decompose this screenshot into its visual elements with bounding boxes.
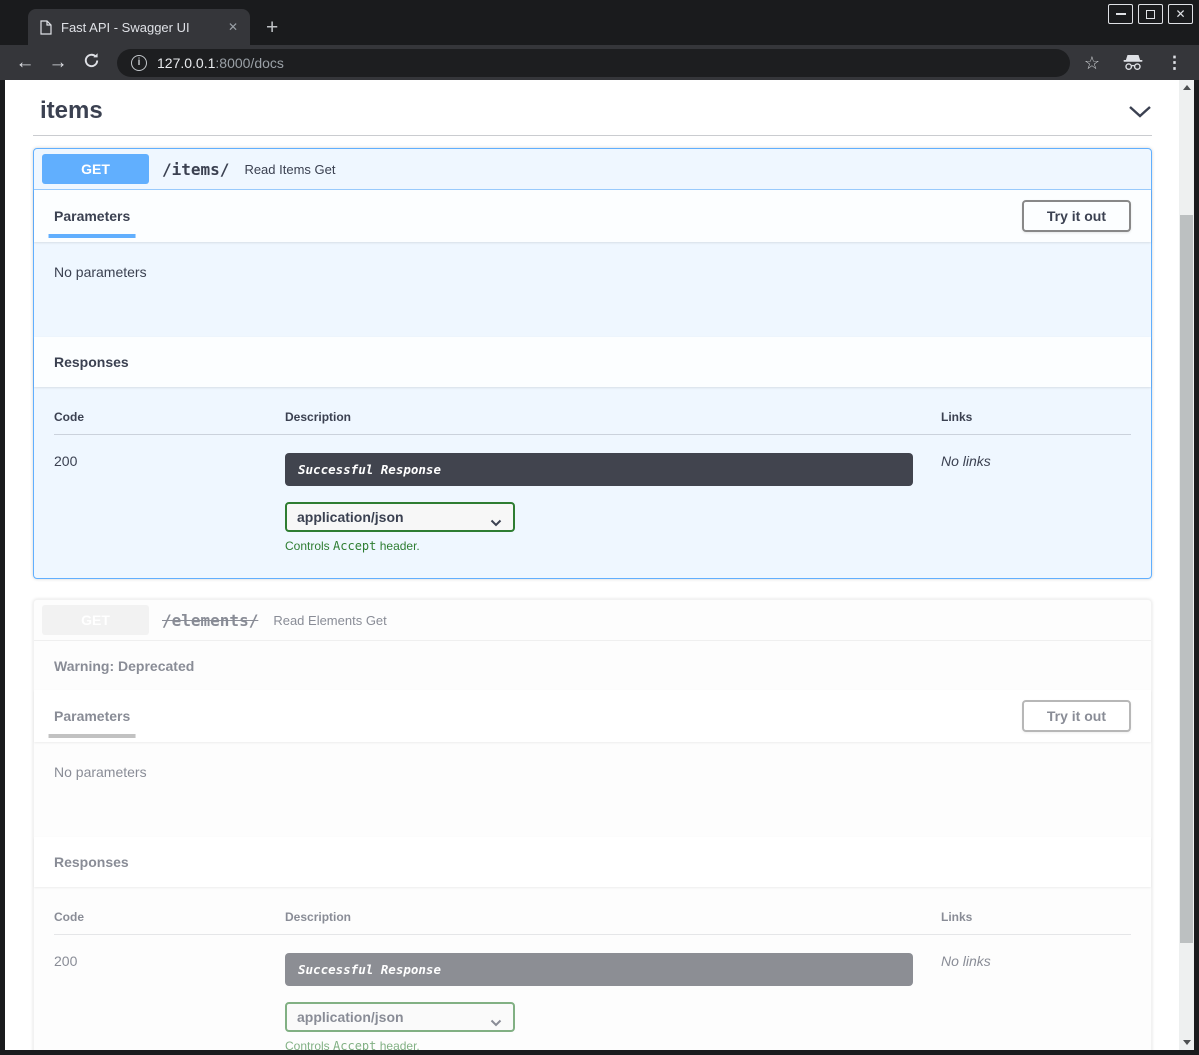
accept-note-tail: header. [376,539,419,553]
col-header-links: Links [941,410,1131,424]
minimize-button[interactable] [1108,4,1133,24]
try-it-out-button[interactable]: Try it out [1022,200,1131,232]
address-bar[interactable]: i 127.0.0.1:8000/docs [117,49,1070,77]
parameters-body: No parameters [34,742,1151,837]
responses-table-header: Code Description Links [54,907,1131,935]
media-type-select[interactable]: application/json [285,1002,515,1032]
scroll-down-icon[interactable] [1183,1040,1191,1045]
close-button[interactable]: ✕ [1168,4,1193,24]
deprecated-warning: Warning: Deprecated [34,641,1151,690]
tab-close-icon[interactable]: ✕ [224,18,242,36]
opblock-get-elements-deprecated: GET /elements/ Read Elements Get Warning… [33,599,1152,1050]
response-code: 200 [54,453,285,553]
accept-note-text: Controls [285,539,333,553]
close-icon: ✕ [1175,8,1185,20]
accept-note-text: Controls [285,1039,333,1050]
responses-header: Responses [34,837,1151,887]
parameters-body: No parameters [34,242,1151,337]
url-text[interactable]: 127.0.0.1:8000/docs [157,55,284,71]
accept-note-tail: header. [376,1039,419,1050]
site-info-icon[interactable]: i [131,55,147,71]
col-header-description: Description [285,410,941,424]
maximize-button[interactable] [1138,4,1163,24]
response-row: 200 Successful Response application/json [54,435,1131,553]
responses-header: Responses [34,337,1151,387]
tag-title: items [40,97,103,125]
no-parameters-text: No parameters [54,764,147,780]
new-tab-button[interactable]: + [266,17,278,38]
reload-button[interactable] [78,52,104,73]
response-description: Successful Response [285,453,913,486]
responses-table: Code Description Links 200 Successful Re… [34,887,1151,1050]
url-path: :8000/docs [215,55,284,71]
opblock-get-items: GET /items/ Read Items Get Parameters Tr… [33,148,1152,579]
accept-note-code: Accept [333,1039,376,1050]
forward-button[interactable]: → [45,53,71,72]
scrollbar-thumb[interactable] [1180,215,1193,943]
parameters-header: Parameters Try it out [34,190,1151,242]
endpoint-path[interactable]: /items/ [162,160,229,179]
opblock-summary[interactable]: GET /elements/ Read Elements Get [34,600,1151,641]
browser-toolbar: ← → i 127.0.0.1:8000/docs ☆ ⋮ [0,45,1199,80]
maximize-icon [1146,10,1155,19]
try-it-out-button[interactable]: Try it out [1022,700,1131,732]
tag-section-header[interactable]: items [33,89,1152,131]
page-icon [40,20,52,35]
page-scrollbar[interactable] [1179,80,1194,1050]
responses-table-header: Code Description Links [54,407,1131,435]
media-type-select[interactable]: application/json [285,502,515,532]
page-content: items GET /items/ Read Items Get Paramet… [5,80,1194,1050]
browser-tab[interactable]: Fast API - Swagger UI ✕ [28,9,250,45]
responses-title: Responses [54,354,129,370]
tab-title: Fast API - Swagger UI [61,20,215,35]
response-description: Successful Response [285,953,913,986]
browser-menu-icon[interactable]: ⋮ [1166,54,1183,71]
scroll-up-icon[interactable] [1183,85,1191,90]
accept-note-code: Accept [333,539,376,553]
browser-tab-strip: Fast API - Swagger UI ✕ + ✕ [0,0,1199,45]
col-header-links: Links [941,910,1131,924]
media-type-value: application/json [297,509,404,525]
method-badge: GET [42,154,149,184]
responses-table: Code Description Links 200 Successful Re… [34,387,1151,578]
bookmark-star-icon[interactable]: ☆ [1084,54,1100,72]
media-type-value: application/json [297,1009,404,1025]
response-links: No links [941,453,1131,553]
tab-parameters[interactable]: Parameters [54,208,130,224]
no-parameters-text: No parameters [54,264,147,280]
response-row: 200 Successful Response application/json [54,935,1131,1050]
back-button[interactable]: ← [12,53,38,72]
accept-header-note: Controls Accept header. [285,539,913,553]
response-code: 200 [54,953,285,1050]
toolbar-right-icons: ☆ ⋮ [1084,54,1183,72]
endpoint-summary: Read Elements Get [273,613,386,628]
opblock-summary[interactable]: GET /items/ Read Items Get [34,149,1151,190]
responses-title: Responses [54,854,129,870]
select-chevron-icon [490,1014,502,1030]
select-chevron-icon [490,514,502,530]
parameters-header: Parameters Try it out [34,690,1151,742]
endpoint-summary: Read Items Get [244,162,335,177]
url-host: 127.0.0.1 [157,55,215,71]
col-header-description: Description [285,910,941,924]
window-controls: ✕ [1108,4,1193,24]
chevron-down-icon[interactable] [1128,105,1152,118]
minimize-icon [1116,13,1126,15]
response-links: No links [941,953,1131,1050]
col-header-code: Code [54,910,285,924]
endpoint-path[interactable]: /elements/ [162,611,258,630]
method-badge: GET [42,605,149,635]
accept-header-note: Controls Accept header. [285,1039,913,1050]
incognito-icon [1122,54,1144,71]
col-header-code: Code [54,410,285,424]
tab-parameters[interactable]: Parameters [54,708,130,724]
section-divider [33,135,1152,136]
